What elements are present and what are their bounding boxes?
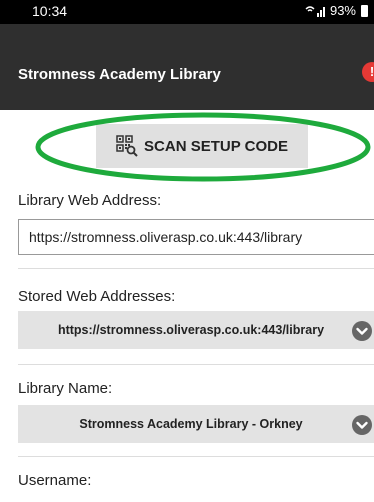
battery-icon — [361, 4, 368, 17]
library-web-address-label: Library Web Address: — [18, 192, 162, 209]
wifi-signal-icon — [305, 4, 327, 18]
qr-code-icon — [116, 135, 138, 157]
stored-web-address-value: https://stromness.oliverasp.co.uk:443/li… — [57, 323, 325, 337]
library-name-dropdown[interactable]: Stromness Academy Library - Orkney — [18, 405, 374, 443]
status-bar: 10:34 93% — [0, 0, 374, 24]
app-header: Stromness Academy Library ! — [0, 24, 374, 110]
battery-percent: 93% — [329, 3, 356, 18]
page-title: Stromness Academy Library — [18, 66, 221, 83]
divider — [18, 364, 374, 365]
chevron-down-icon — [352, 415, 372, 435]
scan-setup-code-label: SCAN SETUP CODE — [144, 137, 288, 155]
stored-web-addresses-label: Stored Web Addresses: — [18, 288, 176, 305]
stored-web-addresses-dropdown[interactable]: https://stromness.oliverasp.co.uk:443/li… — [18, 311, 374, 349]
status-indicators: 93% — [305, 3, 368, 18]
divider — [18, 456, 374, 457]
status-time: 10:34 — [32, 3, 68, 19]
scan-section: SCAN SETUP CODE — [0, 110, 374, 186]
library-name-label: Library Name: — [18, 380, 113, 397]
library-web-address-input[interactable] — [18, 219, 374, 255]
chevron-down-icon — [352, 321, 372, 341]
library-name-value: Stromness Academy Library - Orkney — [79, 417, 303, 431]
divider — [18, 268, 374, 269]
help-icon[interactable]: ! — [362, 62, 374, 82]
username-label: Username: — [18, 472, 92, 489]
scan-setup-code-button[interactable]: SCAN SETUP CODE — [96, 124, 308, 168]
